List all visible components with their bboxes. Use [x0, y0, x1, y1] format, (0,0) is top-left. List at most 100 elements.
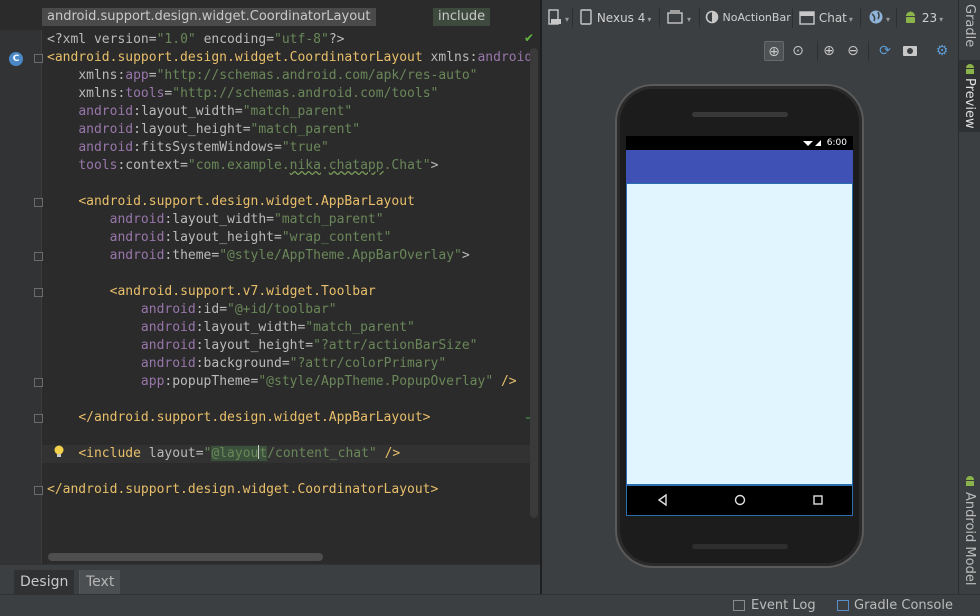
device-icon — [580, 9, 592, 25]
code-line[interactable]: android:layout_width="match_parent" — [47, 319, 532, 337]
code-line[interactable] — [47, 265, 532, 283]
xml-tag: </android.support.design.widget.AppBarLa… — [78, 410, 431, 425]
fold-marker[interactable] — [34, 486, 43, 495]
orientation-button[interactable]: ▾ — [667, 8, 691, 28]
attr-value: "match_parent" — [305, 320, 415, 335]
api-level-selector[interactable]: 23 ▾ — [903, 8, 943, 28]
code-line[interactable]: android:layout_width="match_parent" — [47, 211, 532, 229]
code-line[interactable]: xmlns:app="http://schemas.android.com/ap… — [47, 67, 532, 85]
breadcrumb-item-include[interactable]: include — [433, 8, 491, 26]
locale-selector[interactable]: ▾ — [868, 8, 890, 28]
preview-tool-tab[interactable]: Preview — [962, 78, 977, 129]
activity-name: Chat — [818, 11, 847, 25]
zoom-to-fit-button[interactable]: ⊕ — [764, 41, 784, 61]
code-line[interactable]: xmlns:tools="http://schemas.android.com/… — [47, 85, 532, 103]
code-line[interactable]: <android.support.design.widget.Coordinat… — [47, 49, 532, 67]
app-bar-layout[interactable] — [626, 150, 853, 183]
attr-name: layout_width — [172, 212, 267, 227]
zoom-actual-button[interactable]: ⊙ — [788, 41, 808, 61]
preview-settings-button[interactable]: ⚙ — [932, 41, 952, 61]
code-text: : — [195, 338, 204, 353]
attr-name: layout_height — [140, 122, 243, 137]
code-line[interactable]: <include layout="@layout/content_chat" /… — [47, 445, 532, 463]
device-status-bar: 6:00 — [626, 136, 853, 150]
code-line[interactable]: <android.support.v7.widget.Toolbar — [47, 283, 532, 301]
gradle-tool-tab[interactable]: Gradle — [962, 4, 977, 47]
code-line[interactable]: android:background="?attr/colorPrimary" — [47, 355, 532, 373]
device-selector[interactable]: Nexus 4 ▾ — [579, 8, 651, 28]
screenshot-button[interactable] — [900, 41, 920, 61]
code-text: > — [430, 158, 439, 173]
code-line[interactable] — [47, 427, 532, 445]
fold-marker[interactable] — [34, 414, 43, 423]
zoom-out-button[interactable]: ⊖ — [843, 41, 863, 61]
attr-value: nika — [289, 158, 321, 173]
code-line[interactable]: android:layout_width="match_parent" — [47, 103, 532, 121]
tab-design[interactable]: Design — [14, 570, 75, 595]
gradle-console-button[interactable]: Gradle Console — [854, 598, 953, 613]
code-line[interactable] — [47, 391, 532, 409]
code-line[interactable] — [47, 175, 532, 193]
code-text: = — [274, 140, 282, 155]
namespace: tools — [125, 86, 165, 101]
recents-icon[interactable] — [811, 493, 825, 507]
code-line[interactable]: app:popupTheme="@style/AppTheme.PopupOve… — [47, 373, 532, 391]
refresh-button[interactable]: ⟳ — [875, 41, 895, 61]
code-line[interactable]: <?xml version="1.0" encoding="utf-8"?> — [47, 31, 532, 49]
code-text: <?xml — [47, 32, 94, 47]
fold-marker[interactable] — [34, 198, 43, 207]
fold-marker[interactable] — [34, 54, 43, 63]
attr-name: layout — [148, 446, 196, 461]
home-icon[interactable] — [733, 493, 747, 507]
code-text: : — [133, 140, 141, 155]
xml-editor[interactable]: android.support.design.widget.Coordinato… — [0, 0, 540, 564]
layout-config-button[interactable]: ▾ — [547, 8, 569, 28]
vertical-scrollbar[interactable] — [530, 48, 538, 518]
attr-name: id — [203, 302, 220, 317]
class-c-icon[interactable]: C — [9, 52, 23, 66]
android-model-tool-tab[interactable]: Android Model — [962, 492, 977, 585]
fold-marker[interactable] — [34, 378, 43, 387]
theme-selector[interactable]: NoActionBar — [705, 8, 791, 28]
code-line[interactable]: <android.support.design.widget.AppBarLay… — [47, 193, 532, 211]
code-text: : — [195, 302, 204, 317]
device-screen[interactable]: 6:00 — [626, 136, 853, 516]
fold-marker[interactable] — [34, 252, 43, 261]
code-line[interactable]: </android.support.design.widget.Coordina… — [47, 481, 532, 499]
code-line[interactable] — [47, 463, 532, 481]
namespace: android — [78, 140, 134, 155]
toolbar-separator — [817, 41, 818, 61]
code-line[interactable]: tools:context="com.example.nika.chatapp.… — [47, 157, 532, 175]
device-preview-canvas[interactable]: 6:00 — [542, 66, 958, 594]
code-line[interactable]: android:layout_height="wrap_content" — [47, 229, 532, 247]
horizontal-scrollbar[interactable] — [48, 553, 323, 561]
signal-battery-icons — [803, 140, 821, 146]
code-line[interactable]: android:theme="@style/AppTheme.AppBarOve… — [47, 247, 532, 265]
code-line[interactable]: android:layout_height="match_parent" — [47, 121, 532, 139]
namespace: app — [140, 374, 165, 389]
breadcrumb-item-coordinatorlayout[interactable]: android.support.design.widget.Coordinato… — [42, 8, 376, 26]
code-line[interactable]: </android.support.design.widget.AppBarLa… — [47, 409, 532, 427]
back-icon[interactable] — [656, 493, 670, 507]
code-area[interactable]: <?xml version="1.0" encoding="utf-8"?> <a… — [47, 31, 532, 499]
activity-selector[interactable]: Chat ▾ — [799, 8, 853, 28]
attr-value: "@style/AppTheme.PopupOverlay" — [258, 374, 494, 389]
tab-text[interactable]: Text — [79, 570, 121, 595]
attr-value: "match_parent" — [274, 212, 384, 227]
event-log-button[interactable]: Event Log — [751, 598, 816, 613]
fold-marker[interactable] — [34, 288, 43, 297]
zoom-in-button[interactable]: ⊕ — [819, 41, 839, 61]
chevron-down-icon: ▾ — [647, 15, 652, 24]
attr-name: layout_height — [172, 230, 274, 245]
code-text: > — [461, 248, 470, 263]
attr-value: "http://schemas.android.com/tools" — [172, 86, 439, 101]
zoom-in-icon: ⊕ — [823, 43, 835, 59]
code-line[interactable]: android:fitsSystemWindows="true" — [47, 139, 532, 157]
code-line[interactable]: android:layout_height="?attr/actionBarSi… — [47, 337, 532, 355]
code-line[interactable]: android:id="@+id/toolbar" — [47, 301, 532, 319]
content-chat-include[interactable] — [626, 183, 853, 485]
